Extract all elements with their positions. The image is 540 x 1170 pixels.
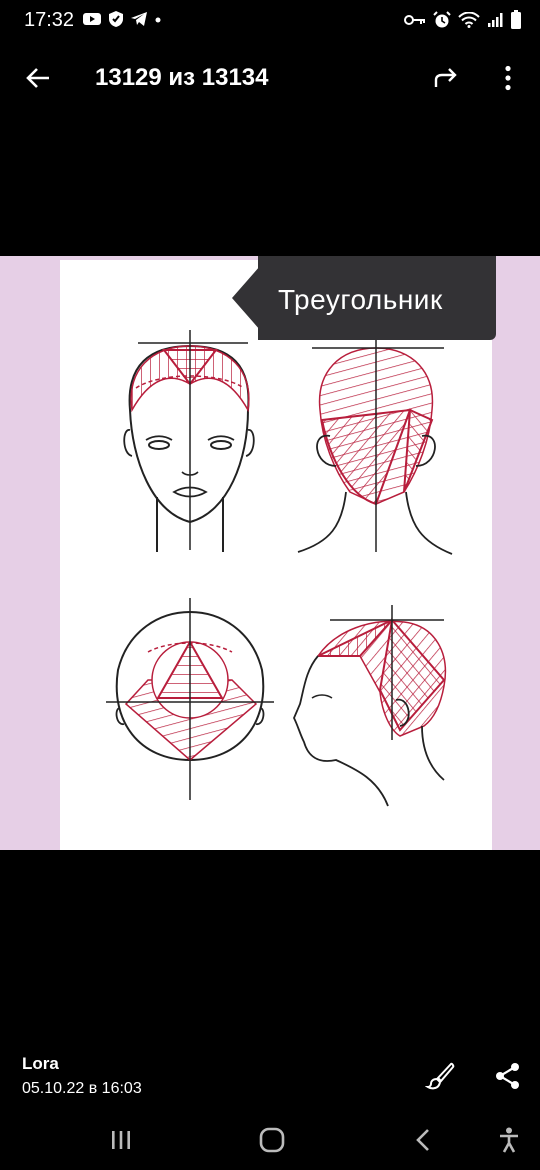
recents-icon (112, 1131, 130, 1149)
status-time: 17:32 (24, 9, 75, 31)
wifi-icon (458, 12, 480, 28)
status-system-icons (404, 10, 522, 30)
system-nav-bar (0, 1112, 540, 1170)
accessibility-icon (500, 1127, 518, 1153)
head-sections-illustration (106, 330, 453, 807)
caption-text: Треугольник (278, 284, 443, 315)
share-button[interactable] (488, 1056, 528, 1096)
recents-button[interactable] (99, 1120, 143, 1160)
signal-icon (488, 13, 503, 27)
photo-image[interactable] (0, 256, 540, 850)
share-icon (496, 1063, 519, 1089)
top-view-head (106, 598, 274, 800)
nav-back-icon (416, 1129, 429, 1151)
nav-back-button[interactable] (402, 1120, 446, 1160)
forward-button[interactable] (426, 58, 466, 98)
status-notification-icons (82, 10, 162, 28)
more-options-button[interactable] (488, 58, 528, 98)
home-button[interactable] (250, 1120, 294, 1160)
caption-bubble: Треугольник (232, 256, 496, 340)
key-icon (404, 15, 425, 25)
caption-bubble-pointer (232, 266, 260, 330)
side-view-head (293, 605, 446, 807)
battery-icon (511, 10, 521, 29)
dot-icon (155, 17, 161, 23)
viewer-toolbar: 13129 из 13134 (0, 44, 540, 114)
telegram-icon (131, 12, 147, 26)
forward-share-icon (434, 68, 457, 87)
home-icon (259, 1127, 285, 1153)
brush-icon (425, 1062, 455, 1090)
front-view-head (123, 330, 255, 552)
back-button[interactable] (18, 58, 58, 98)
author-name[interactable]: Lora (22, 1054, 59, 1074)
status-bar: 17:32 (0, 0, 540, 44)
illustration-sheet (60, 260, 492, 850)
more-vert-icon (505, 65, 511, 91)
youtube-icon (83, 13, 101, 25)
edit-button[interactable] (420, 1056, 460, 1096)
photo-info-footer: Lora 05.10.22 в 16:03 (0, 1040, 540, 1120)
back-view-head (297, 340, 453, 555)
photo-date: 05.10.22 в 16:03 (22, 1080, 142, 1097)
alarm-icon (433, 11, 451, 28)
accessibility-button[interactable] (487, 1120, 531, 1160)
shield-icon (109, 11, 123, 27)
back-arrow-icon (26, 68, 49, 88)
photo-counter: 13129 из 13134 (95, 64, 269, 91)
